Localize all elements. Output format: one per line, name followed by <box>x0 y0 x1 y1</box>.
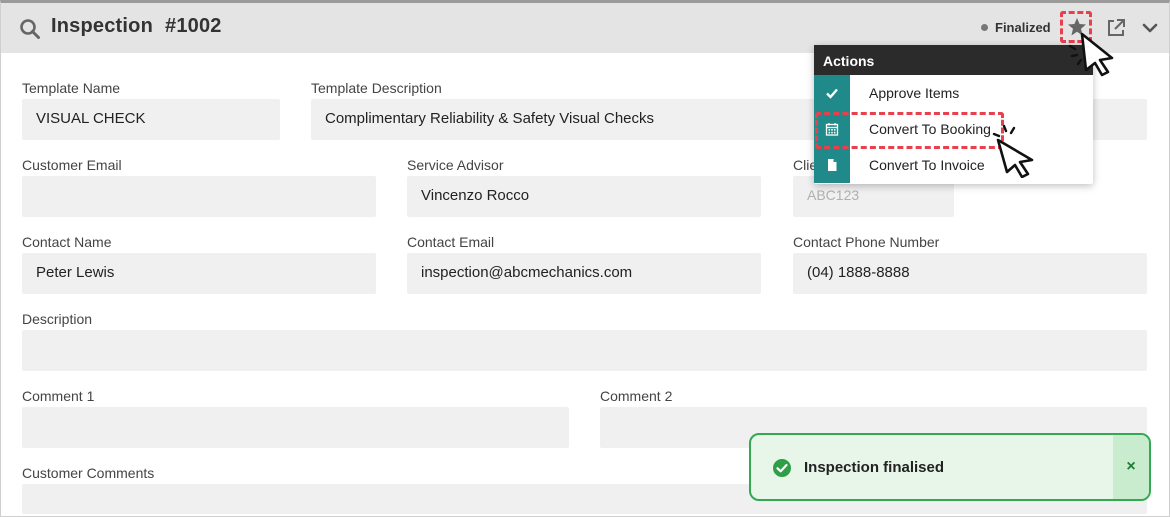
menu-item-convert-to-booking[interactable]: Convert To Booking <box>814 111 1093 147</box>
menu-item-label: Convert To Invoice <box>869 157 985 173</box>
check-circle-icon <box>773 459 791 477</box>
inspection-number: #1002 <box>165 15 222 37</box>
actions-menu-title: Actions <box>814 45 1093 75</box>
menu-item-label: Convert To Booking <box>869 121 991 137</box>
menu-item-label: Approve Items <box>869 85 960 101</box>
page-title-text: Inspection <box>51 15 154 37</box>
contact-name-label: Contact Name <box>22 234 112 250</box>
external-link-icon[interactable] <box>1105 17 1127 39</box>
comment1-field[interactable] <box>22 407 569 448</box>
customer-email-label: Customer Email <box>22 157 122 173</box>
contact-phone-label: Contact Phone Number <box>793 234 940 250</box>
contact-email-field[interactable]: inspection@abcmechanics.com <box>407 253 761 294</box>
toast-close-button[interactable]: × <box>1113 435 1149 499</box>
check-icon <box>814 75 850 111</box>
page-title: Inspection #1002 <box>51 15 222 38</box>
comment1-label: Comment 1 <box>22 388 95 404</box>
status-dot <box>981 24 988 31</box>
template-name-label: Template Name <box>22 80 121 96</box>
description-label: Description <box>22 311 93 327</box>
service-advisor-field[interactable]: Vincenzo Rocco <box>407 176 761 217</box>
menu-item-approve-items[interactable]: Approve Items <box>814 75 1093 111</box>
toast-message: Inspection finalised <box>804 459 945 476</box>
comment2-label: Comment 2 <box>600 388 673 404</box>
calendar-icon <box>814 111 850 147</box>
actions-menu: Actions Approve Items Convert To Booking… <box>814 45 1093 184</box>
contact-name-field[interactable]: Peter Lewis <box>22 253 376 294</box>
actions-star-button[interactable] <box>1060 11 1092 43</box>
template-description-label: Template Description <box>311 80 442 96</box>
search-icon[interactable] <box>19 18 41 40</box>
service-advisor-label: Service Advisor <box>407 157 504 173</box>
menu-item-convert-to-invoice[interactable]: Convert To Invoice <box>814 147 1093 183</box>
template-name-field[interactable]: VISUAL CHECK <box>22 99 280 140</box>
customer-email-field[interactable] <box>22 176 376 217</box>
status-badge: Finalized <box>995 20 1051 35</box>
success-toast: Inspection finalised × <box>749 433 1151 501</box>
contact-phone-field[interactable]: (04) 1888-8888 <box>793 253 1147 294</box>
chevron-down-icon[interactable] <box>1141 21 1159 35</box>
document-icon <box>814 147 850 183</box>
contact-email-label: Contact Email <box>407 234 495 250</box>
customer-comments-label: Customer Comments <box>22 465 155 481</box>
description-field[interactable] <box>22 330 1147 371</box>
star-icon <box>1068 18 1086 36</box>
